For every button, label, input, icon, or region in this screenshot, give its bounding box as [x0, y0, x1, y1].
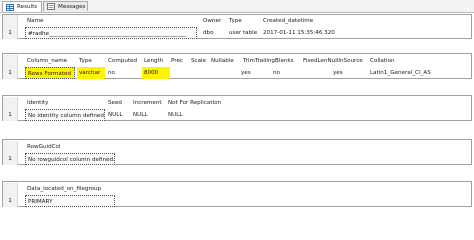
column-header[interactable]: Column_name [25, 55, 73, 67]
tab-results[interactable]: Results [2, 1, 42, 12]
tab-messages-label: Messages [58, 3, 86, 10]
column-header[interactable]: Increment [131, 97, 165, 109]
grid-header-row: Data_located_on_filegroup [3, 183, 471, 195]
table-cell[interactable]: no [106, 67, 142, 79]
column-header[interactable]: Created_datetime [261, 15, 341, 27]
column-header[interactable]: Type [77, 55, 105, 67]
grid-header-row: RowGuidCol [3, 141, 471, 153]
table-row[interactable]: 1 PRIMARY [3, 195, 471, 207]
table-cell[interactable]: NULL [166, 109, 206, 121]
row-number[interactable]: 1 [3, 109, 18, 121]
result-grid-filegroup[interactable]: Data_located_on_filegroup 1 PRIMARY [2, 181, 472, 207]
table-cell-name[interactable]: #radhe__________________________________… [25, 27, 197, 39]
column-header[interactable]: Identity [25, 97, 105, 109]
grid-header-row: Name Owner Type Created_datetime [3, 15, 471, 27]
row-number[interactable]: 1 [3, 153, 18, 165]
table-cell[interactable]: Latin1_General_CI_AS [368, 67, 440, 79]
column-header[interactable]: Computed [106, 55, 142, 67]
column-header[interactable]: Owner [201, 15, 225, 27]
table-cell[interactable] [189, 67, 211, 79]
tab-results-label: Results [17, 4, 38, 10]
column-header[interactable]: RowGuidCol [25, 141, 105, 153]
table-cell[interactable]: 2017-01-11 15:35:46.320 [261, 27, 341, 39]
table-row[interactable]: 1 Rows Formated varchar no 8000 yes no y… [3, 67, 471, 79]
column-header[interactable]: Seed [106, 97, 130, 109]
column-header[interactable]: Data_located_on_filegroup [25, 183, 115, 195]
table-cell[interactable]: dbo [201, 27, 225, 39]
table-row[interactable]: 1 #radhe________________________________… [3, 27, 471, 39]
column-header[interactable]: Scale [189, 55, 211, 67]
table-cell-length[interactable]: 8000 [142, 67, 170, 79]
table-cell[interactable]: No identity column defined. [25, 109, 105, 121]
column-header[interactable]: TrimTrailingBlanks [241, 55, 299, 67]
table-cell[interactable]: yes [239, 67, 259, 79]
row-number[interactable]: 1 [3, 195, 18, 207]
table-cell[interactable]: NULL [131, 109, 165, 121]
row-number[interactable]: 1 [3, 27, 18, 39]
column-header[interactable]: Prec [169, 55, 189, 67]
table-row[interactable]: 1 No rowguidcol column defined. [3, 153, 471, 165]
column-header[interactable]: FixedLenNullInSource [301, 55, 367, 67]
grid-header-row: Identity Seed Increment Not For Replicat… [3, 97, 471, 109]
table-cell[interactable]: no [271, 67, 291, 79]
grid-header-row: Column_name Type Computed Length Prec Sc… [3, 55, 471, 67]
column-header[interactable]: Nullable [209, 55, 239, 67]
result-grid-identity[interactable]: Identity Seed Increment Not For Replicat… [2, 95, 472, 121]
table-cell-type[interactable]: varchar [77, 67, 105, 79]
table-row[interactable]: 1 No identity column defined. NULL NULL … [3, 109, 471, 121]
table-cell[interactable] [169, 67, 189, 79]
tab-messages[interactable]: Messages [43, 1, 88, 11]
column-header[interactable]: Type [227, 15, 261, 27]
column-header[interactable]: Name [25, 15, 195, 27]
column-header[interactable]: Length [142, 55, 170, 67]
table-cell[interactable]: PRIMARY [25, 195, 115, 207]
table-cell[interactable]: yes [331, 67, 351, 79]
row-number[interactable]: 1 [3, 67, 18, 79]
column-header[interactable]: Collation [368, 55, 428, 67]
result-grid-columns[interactable]: Column_name Type Computed Length Prec Sc… [2, 53, 472, 79]
table-cell[interactable]: NULL [106, 109, 130, 121]
result-grid-rowguidcol[interactable]: RowGuidCol 1 No rowguidcol column define… [2, 139, 472, 165]
table-cell[interactable]: No rowguidcol column defined. [25, 153, 115, 165]
grid-icon [6, 3, 14, 11]
table-cell-column-name[interactable]: Rows Formated [25, 67, 75, 79]
column-header[interactable]: Not For Replication [166, 97, 236, 109]
table-cell[interactable]: user table [227, 27, 261, 39]
result-grid-table-info[interactable]: Name Owner Type Created_datetime 1 #radh… [2, 14, 472, 39]
messages-icon [47, 3, 55, 10]
results-tab-bar: Results Messages [0, 0, 474, 13]
